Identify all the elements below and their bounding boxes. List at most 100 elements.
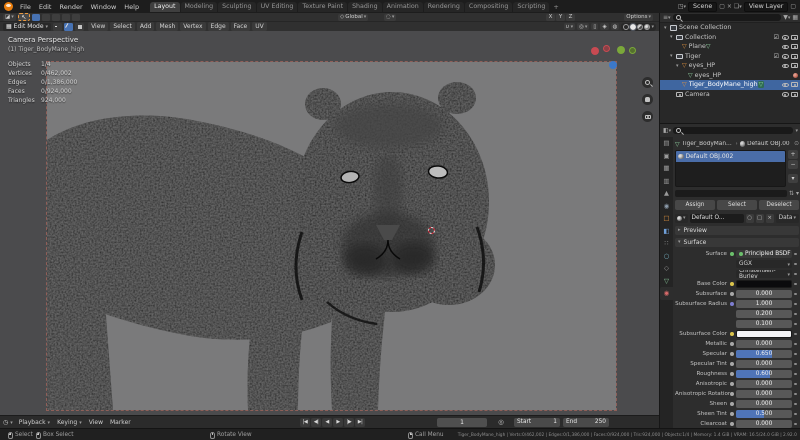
viewport-menu-view[interactable]: View	[88, 22, 108, 31]
jump-end-button[interactable]: ▶|	[355, 418, 365, 427]
outliner-row-eyes-hp[interactable]: ▾▽eyes_HP	[660, 61, 800, 71]
jump-start-button[interactable]: |◀	[300, 418, 310, 427]
play-reverse-button[interactable]: ◀	[322, 418, 332, 427]
value-slider[interactable]: 0.000	[736, 380, 792, 388]
decorator-dot[interactable]	[792, 323, 799, 326]
decorator-dot[interactable]	[792, 293, 799, 296]
list-filter-input[interactable]	[675, 190, 787, 197]
disable-render-icon[interactable]	[791, 82, 798, 87]
color-swatch[interactable]	[736, 280, 792, 288]
select-mode-subtract-button[interactable]	[52, 14, 60, 21]
disable-render-icon[interactable]	[791, 63, 798, 68]
tab-sculpting[interactable]: Sculpting	[218, 2, 255, 12]
value-slider[interactable]: 0.500	[736, 410, 792, 418]
pivot-point-dropdown[interactable]: ◌▾	[384, 14, 396, 21]
fake-user-button[interactable]: ○	[746, 214, 754, 223]
snap-magnet-toggle[interactable]: ∪▾	[564, 23, 576, 30]
show-gizmo-toggle[interactable]: ◈	[600, 23, 608, 30]
viewlayer-browse-icon[interactable]: ❏▾	[734, 3, 742, 10]
value-slider[interactable]: 0.600	[736, 370, 792, 378]
value-slider[interactable]: 0.200	[736, 310, 792, 318]
properties-search-input[interactable]	[673, 127, 793, 134]
decorator-dot[interactable]	[792, 253, 799, 256]
decorator-dot[interactable]	[792, 333, 799, 336]
assign-button[interactable]: Assign	[675, 200, 715, 210]
select-mode-intersect-button[interactable]	[72, 14, 80, 21]
preview-panel-header[interactable]: ▸ Preview	[675, 226, 799, 236]
material-slot-list[interactable]: Default OBJ.002	[675, 150, 786, 187]
solid-shading-button[interactable]	[630, 24, 636, 30]
tab-scripting[interactable]: Scripting	[513, 2, 549, 12]
value-slider[interactable]: 0.650	[736, 350, 792, 358]
disable-render-icon[interactable]	[676, 92, 683, 97]
shading-dropdown-icon[interactable]: ▾	[651, 24, 654, 30]
properties-tab-scene[interactable]: ▲	[660, 187, 673, 200]
breadcrumb-material[interactable]: Default OBJ.00	[747, 141, 790, 147]
outliner-row-scene-collection[interactable]: ▾Scene Collection	[660, 23, 800, 33]
tab-layout[interactable]: Layout	[150, 2, 179, 12]
hide-viewport-icon[interactable]	[782, 54, 789, 59]
mode-dropdown[interactable]: ▦ Edit Mode▾	[3, 23, 51, 31]
value-slider[interactable]: 0.000	[736, 420, 792, 428]
hide-viewport-icon[interactable]	[782, 83, 789, 88]
move-view-button[interactable]	[642, 94, 653, 105]
menu-help[interactable]: Help	[120, 2, 143, 12]
filter-sort-icon[interactable]: ▾	[796, 190, 799, 197]
decorator-dot[interactable]	[792, 263, 799, 266]
add-slot-button[interactable]: +	[788, 150, 798, 159]
edge-select-button[interactable]	[64, 23, 73, 31]
deselect-button[interactable]: Deselect	[759, 200, 799, 210]
wireframe-shading-button[interactable]	[623, 24, 629, 30]
mirror-y-toggle[interactable]: Y	[556, 14, 565, 21]
decorator-dot[interactable]	[792, 303, 799, 306]
unlink-material-button[interactable]: ×	[766, 214, 774, 223]
viewport-menu-face[interactable]: Face	[231, 22, 251, 31]
scene-browse-icon[interactable]: ◳▾	[678, 3, 686, 10]
viewport-menu-uv[interactable]: UV	[252, 22, 267, 31]
disable-render-icon[interactable]	[791, 35, 798, 40]
remove-slot-button[interactable]: −	[788, 160, 798, 169]
scene-delete-icon[interactable]: ×	[727, 3, 732, 10]
hide-viewport-icon[interactable]	[782, 45, 789, 50]
tab-animation[interactable]: Animation	[383, 2, 423, 12]
menu-file[interactable]: File	[16, 2, 35, 12]
prev-keyframe-button[interactable]: ◀|	[311, 418, 321, 427]
value-slider[interactable]: 0.000	[736, 390, 792, 398]
timeline-menu-marker[interactable]: Marker	[110, 419, 131, 426]
decorator-dot[interactable]	[792, 383, 799, 386]
outliner-row-tiger[interactable]: ▾Tiger☑	[660, 52, 800, 62]
properties-tab-material[interactable]: ◉	[660, 287, 673, 300]
properties-tab-output[interactable]: ▦	[660, 162, 673, 175]
material-name-field[interactable]: Default O...	[690, 214, 744, 223]
outliner-row-plane[interactable]: ▽Plane▽	[660, 42, 800, 52]
active-tool-dropdown[interactable]: ◪▾	[3, 14, 16, 21]
scene-selector[interactable]: Scene	[688, 2, 717, 12]
face-select-button[interactable]	[75, 23, 84, 31]
value-slider[interactable]: 1.000	[736, 300, 792, 308]
decorator-dot[interactable]	[792, 343, 799, 346]
decorator-dot[interactable]	[792, 363, 799, 366]
transform-orientation-dropdown[interactable]: ◇ Global▾	[338, 14, 368, 21]
surface-panel-header[interactable]: ▾ Surface	[675, 238, 799, 248]
properties-tab-data[interactable]: ▽	[660, 275, 673, 288]
next-keyframe-button[interactable]: |▶	[344, 418, 354, 427]
outliner-new-collection-button[interactable]: ▦	[792, 14, 798, 21]
properties-tab-particles[interactable]: ∷	[660, 237, 673, 250]
pin-icon[interactable]: ⊙	[794, 141, 799, 147]
tab-shading[interactable]: Shading	[348, 2, 382, 12]
hide-viewport-icon[interactable]	[782, 64, 789, 69]
value-slider[interactable]: 0.000	[736, 400, 792, 408]
rendered-shading-button[interactable]	[644, 24, 650, 30]
material-shading-button[interactable]	[637, 24, 643, 30]
select-box-tool-button[interactable]: ↖	[18, 13, 30, 21]
properties-options-dropdown[interactable]: ▾	[795, 128, 798, 134]
menu-window[interactable]: Window	[87, 2, 121, 12]
outliner-display-mode-dropdown[interactable]: ≡▾	[663, 14, 671, 21]
outliner-search-input[interactable]	[673, 14, 782, 21]
properties-tab-physics[interactable]: ○	[660, 250, 673, 263]
tab-modeling[interactable]: Modeling	[181, 2, 218, 12]
vertex-select-button[interactable]	[53, 23, 62, 31]
properties-tab-object[interactable]: □	[660, 212, 673, 225]
frame-start-field[interactable]: Start 1	[514, 418, 560, 427]
enum-dropdown[interactable]: GGX▾	[736, 260, 792, 268]
